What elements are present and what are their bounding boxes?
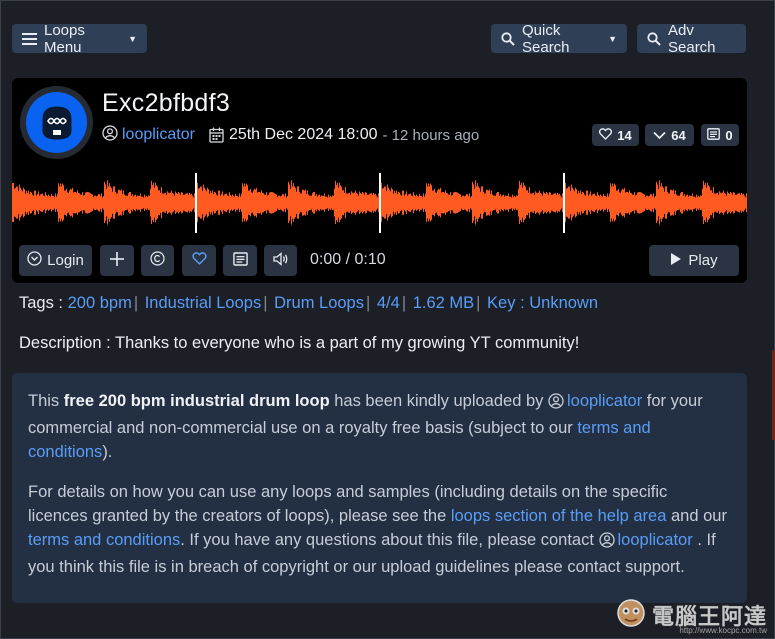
playback-time: 0:00 / 0:10: [310, 251, 386, 268]
tag-key[interactable]: Key : Unknown: [487, 294, 598, 312]
tag-time-signature[interactable]: 4/4: [377, 294, 400, 312]
help-paragraph: For details on how you can use any loops…: [28, 480, 731, 579]
avatar[interactable]: [20, 86, 93, 159]
tags-label: Tags :: [19, 294, 68, 312]
license-text: has been kindly uploaded by: [329, 392, 548, 410]
login-button[interactable]: Login: [19, 245, 92, 276]
votes-count: 64: [671, 127, 686, 143]
like-button[interactable]: [182, 245, 216, 276]
user-icon: [548, 392, 564, 416]
login-label: Login: [47, 252, 84, 269]
play-label: Play: [688, 252, 718, 269]
tag-separator: |: [133, 294, 139, 312]
help-text: . If you have any questions about this f…: [180, 531, 599, 549]
looplicator-logo-icon: [26, 92, 87, 153]
heart-icon: [599, 127, 613, 143]
user-icon: [102, 124, 118, 146]
license-paragraph: This free 200 bpm industrial drum loop h…: [28, 389, 731, 464]
comment-button[interactable]: [223, 245, 257, 276]
tag-separator: |: [401, 294, 407, 312]
tags-row: Tags : 200 bpm | Industrial Loops | Drum L…: [19, 294, 598, 313]
copyright-icon: [150, 251, 165, 270]
plus-icon: [109, 251, 125, 271]
comment-icon: [232, 251, 248, 270]
help-text: and our: [666, 507, 727, 525]
user-icon: [598, 531, 615, 555]
loops-menu-label: Loops Menu: [44, 21, 85, 56]
likes-count: 14: [617, 127, 632, 143]
loop-summary: free 200 bpm industrial drum loop: [63, 392, 330, 410]
search-icon: [647, 31, 661, 46]
adv-search-label: Adv Search: [668, 21, 716, 56]
tag-separator: |: [365, 294, 371, 312]
quick-search-label: Quick Search: [522, 21, 570, 56]
play-icon: [670, 252, 682, 270]
comments-badge[interactable]: 0: [701, 124, 739, 146]
comments-count: 0: [725, 127, 733, 143]
license-text: ).: [102, 443, 113, 461]
uploader-link[interactable]: looplicator: [122, 126, 195, 144]
watermark-url: http://www.kocpc.com.tw: [679, 626, 767, 635]
votes-badge[interactable]: 64: [645, 124, 694, 146]
volume-button[interactable]: [264, 245, 297, 276]
heart-icon: [191, 252, 207, 269]
adv-search-button[interactable]: Adv Search: [637, 21, 746, 56]
license-info-panel: This free 200 bpm industrial drum loop h…: [12, 373, 747, 603]
tag-genre[interactable]: Industrial Loops: [145, 294, 262, 312]
quick-search-button[interactable]: Quick Search ▼: [491, 21, 627, 56]
license-text: This: [28, 392, 64, 410]
mascot-icon: [614, 596, 648, 633]
volume-icon: [272, 251, 289, 270]
search-icon: [501, 31, 515, 46]
caret-down-icon: ▼: [128, 33, 137, 44]
chevron-down-icon: [653, 128, 666, 143]
calendar-icon: [209, 127, 224, 143]
loop-title: Exc2bfbdf3: [102, 89, 231, 117]
upload-ago: - 12 hours ago: [382, 126, 480, 144]
watermark: 電腦王阿達 http://www.kocpc.com.tw: [614, 596, 767, 635]
tag-separator: |: [476, 294, 481, 312]
waveform[interactable]: [12, 173, 747, 233]
play-button[interactable]: Play: [649, 245, 739, 276]
copyright-button[interactable]: [141, 245, 174, 276]
tag-file-size: 1.62 MB: [412, 294, 475, 312]
loops-menu-button[interactable]: Loops Menu ▼: [12, 21, 147, 56]
description: Description : Thanks to everyone who is …: [19, 334, 580, 352]
loop-meta: looplicator 25th Dec 2024 18:00 - 12 hou…: [102, 124, 479, 146]
chevron-circle-icon: [27, 251, 42, 270]
caret-down-icon: ▼: [608, 33, 617, 44]
uploader-link[interactable]: looplicator: [618, 531, 693, 549]
hamburger-icon: [22, 32, 37, 45]
tag-category[interactable]: Drum Loops: [274, 294, 364, 312]
tag-bpm[interactable]: 200 bpm: [68, 294, 132, 312]
uploader-link[interactable]: looplicator: [567, 392, 642, 410]
terms-link[interactable]: terms and conditions: [28, 531, 180, 549]
upload-date: 25th Dec 2024 18:00: [228, 126, 378, 143]
help-area-link[interactable]: loops section of the help area: [451, 507, 667, 525]
loop-player-card: Exc2bfbdf3 looplicator 25th Dec 2024 18:…: [12, 78, 747, 283]
comment-icon: [707, 127, 721, 143]
likes-badge[interactable]: 14: [592, 124, 639, 146]
add-button[interactable]: [100, 245, 134, 276]
tag-separator: |: [263, 294, 268, 312]
